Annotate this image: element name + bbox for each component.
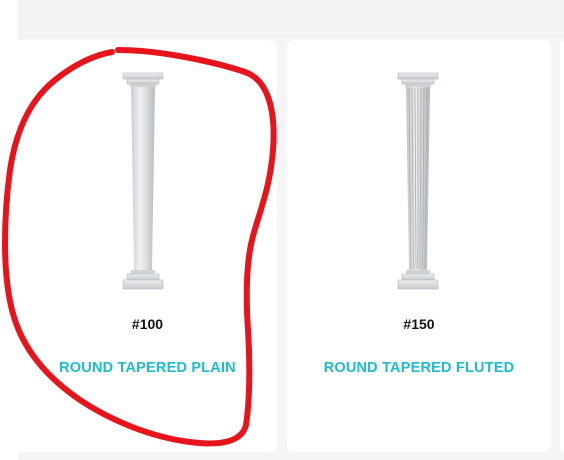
product-card-plain[interactable]: #100 ROUND TAPERED PLAIN (18, 40, 277, 452)
product-card-fluted[interactable]: #150 ROUND TAPERED FLUTED (287, 40, 551, 452)
round-tapered-plain-column-icon[interactable] (122, 72, 164, 296)
product-sku: #150 (403, 316, 435, 332)
round-tapered-fluted-column-icon[interactable] (397, 72, 439, 296)
product-name-link[interactable]: ROUND TAPERED PLAIN (18, 360, 277, 376)
product-name-link[interactable]: ROUND TAPERED FLUTED (287, 360, 551, 376)
product-sku: #100 (131, 316, 164, 332)
top-strip (18, 0, 564, 37)
next-card-edge (560, 40, 564, 452)
